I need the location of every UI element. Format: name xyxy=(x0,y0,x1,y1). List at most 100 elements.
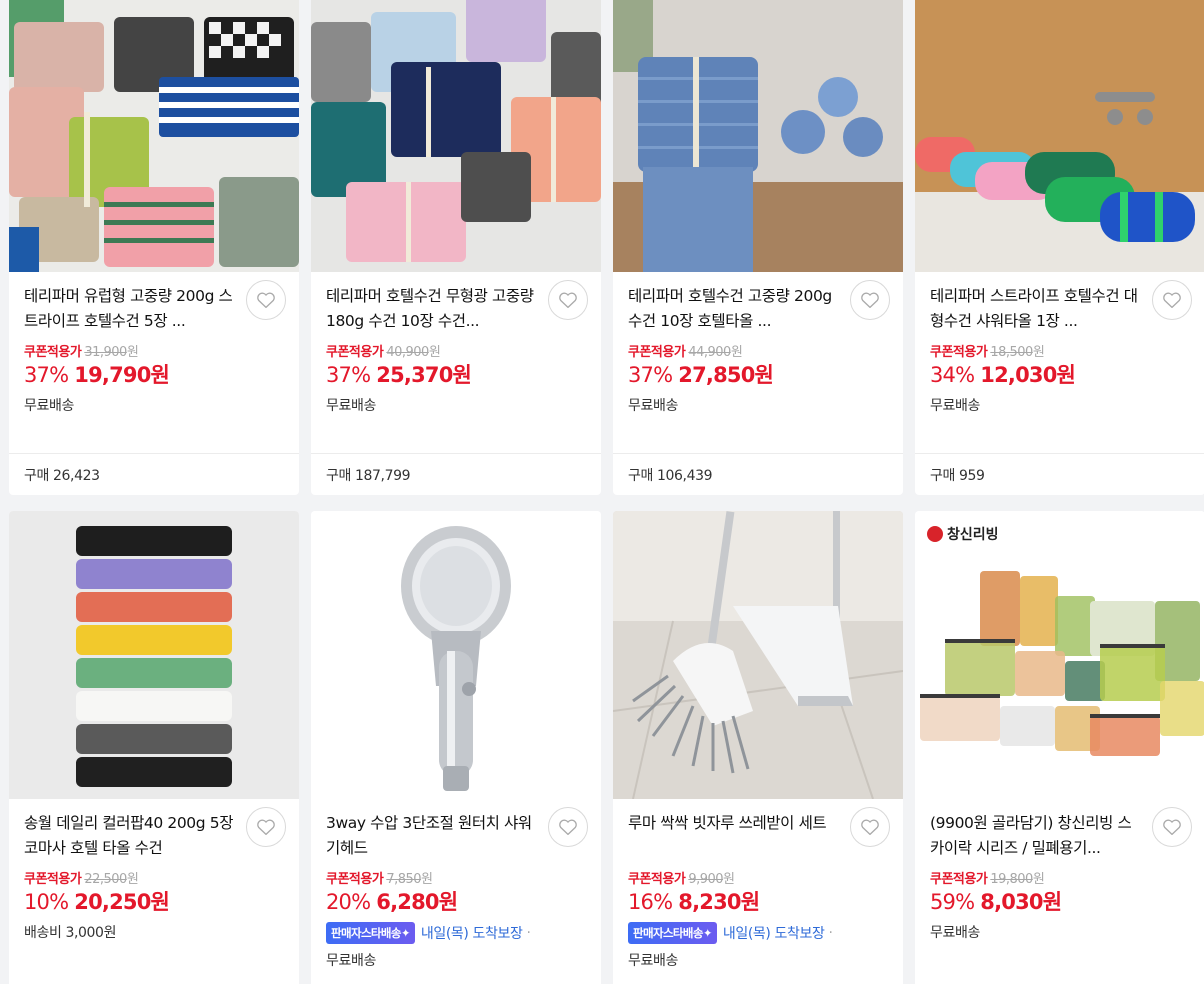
sale-price: 8,230원 xyxy=(678,890,760,914)
star-delivery-badge: 판매자스타배송✦ xyxy=(326,922,415,944)
price-origin-line: 쿠폰적용가 31,900원 xyxy=(24,341,285,360)
coupon-label: 쿠폰적용가 xyxy=(24,345,82,360)
heart-outline-icon xyxy=(1163,292,1181,309)
shipping-info: 무료배송 xyxy=(24,398,74,414)
brand-logo: 창신리빙 xyxy=(947,526,999,542)
shipping-info: 무료배송 xyxy=(930,925,980,941)
product-title[interactable]: 테리파머 호텔수건 무형광 고중량 180g 수건 10장 수건... xyxy=(326,284,536,334)
original-price: 19,800 xyxy=(990,872,1033,887)
sale-price: 19,790원 xyxy=(74,363,170,387)
wishlist-button[interactable] xyxy=(246,280,286,320)
product-image[interactable] xyxy=(613,511,903,799)
won-unit: 원 xyxy=(126,345,139,360)
original-price: 18,500 xyxy=(990,345,1033,360)
heart-outline-icon xyxy=(559,819,577,836)
discount-rate: 20% xyxy=(326,890,371,914)
discount-rate: 10% xyxy=(24,890,69,914)
product-image[interactable] xyxy=(311,0,601,272)
product-title[interactable]: 3way 수압 3단조절 원터치 샤워기헤드 xyxy=(326,811,536,861)
sale-price: 6,280원 xyxy=(376,890,458,914)
product-title[interactable]: 루마 싹싹 빗자루 쓰레받이 세트 xyxy=(628,811,838,861)
wishlist-button[interactable] xyxy=(246,807,286,847)
discount-rate: 37% xyxy=(326,363,371,387)
product-title[interactable]: 테리파머 호텔수건 고중량 200g 수건 10장 호텔타올 ... xyxy=(628,284,838,334)
coupon-label: 쿠폰적용가 xyxy=(930,345,988,360)
won-unit: 원 xyxy=(428,345,441,360)
product-image[interactable] xyxy=(9,0,299,272)
price-origin-line: 쿠폰적용가 22,500원 xyxy=(24,868,285,887)
coupon-label: 쿠폰적용가 xyxy=(628,345,686,360)
arrival-date: 내일(목) 도착보장 xyxy=(722,926,825,942)
delivery-guarantee: 판매자스타배송✦ 내일(목) 도착보장 · xyxy=(326,922,587,944)
product-card[interactable]: 테리파머 호텔수건 고중량 200g 수건 10장 호텔타올 ... 쿠폰적용가… xyxy=(613,0,903,495)
shipping-info: 무료배송 xyxy=(326,953,376,969)
sale-price: 25,370원 xyxy=(376,363,472,387)
original-price: 7,850 xyxy=(386,872,422,887)
separator-dot: · xyxy=(828,925,833,941)
sale-price: 27,850원 xyxy=(678,363,774,387)
product-image[interactable]: 창신리빙 xyxy=(915,511,1204,799)
wishlist-button[interactable] xyxy=(850,280,890,320)
wishlist-button[interactable] xyxy=(850,807,890,847)
product-card[interactable]: 테리파머 스트라이프 호텔수건 대형수건 샤워타올 1장 ... 쿠폰적용가 18… xyxy=(915,0,1204,495)
coupon-label: 쿠폰적용가 xyxy=(930,872,988,887)
price-line: 59% 8,030원 xyxy=(930,886,1191,916)
heart-outline-icon xyxy=(257,819,275,836)
sale-price: 20,250원 xyxy=(74,890,170,914)
product-image[interactable] xyxy=(311,511,601,799)
original-price: 40,900 xyxy=(386,345,429,360)
product-title[interactable]: 송월 데일리 컬러팝40 200g 5장 코마사 호텔 타올 수건 xyxy=(24,811,234,861)
sale-price: 8,030원 xyxy=(980,890,1062,914)
price-origin-line: 쿠폰적용가 9,900원 xyxy=(628,868,889,887)
product-card[interactable]: 루마 싹싹 빗자루 쓰레받이 세트 쿠폰적용가 9,900원 16% 8,230원… xyxy=(613,511,903,984)
shipping-info: 무료배송 xyxy=(628,398,678,414)
coupon-label: 쿠폰적용가 xyxy=(326,345,384,360)
shipping-info: 무료배송 xyxy=(930,398,980,414)
star-delivery-badge: 판매자스타배송✦ xyxy=(628,922,717,944)
heart-outline-icon xyxy=(559,292,577,309)
wishlist-button[interactable] xyxy=(1152,280,1192,320)
sale-price: 12,030원 xyxy=(980,363,1076,387)
price-line: 10% 20,250원 xyxy=(24,886,285,916)
heart-outline-icon xyxy=(861,819,879,836)
coupon-label: 쿠폰적용가 xyxy=(326,872,384,887)
product-image[interactable] xyxy=(915,0,1204,272)
price-line: 16% 8,230원 xyxy=(628,886,889,916)
discount-rate: 59% xyxy=(930,890,975,914)
original-price: 22,500 xyxy=(84,872,127,887)
shipping-info: 배송비 3,000원 xyxy=(24,925,117,941)
heart-outline-icon xyxy=(861,292,879,309)
original-price: 44,900 xyxy=(688,345,731,360)
product-card[interactable]: 테리파머 유럽형 고중량 200g 스트라이프 호텔수건 5장 ... 쿠폰적용… xyxy=(9,0,299,495)
heart-outline-icon xyxy=(257,292,275,309)
arrival-date: 내일(목) 도착보장 xyxy=(420,926,523,942)
discount-rate: 37% xyxy=(24,363,69,387)
purchase-count: 구매 187,799 xyxy=(311,453,601,495)
wishlist-button[interactable] xyxy=(1152,807,1192,847)
product-image[interactable] xyxy=(9,511,299,799)
purchase-count: 구매 106,439 xyxy=(613,453,903,495)
product-title[interactable]: 테리파머 스트라이프 호텔수건 대형수건 샤워타올 1장 ... xyxy=(930,284,1140,334)
product-title[interactable]: 테리파머 유럽형 고중량 200g 스트라이프 호텔수건 5장 ... xyxy=(24,284,234,334)
shipping-info: 무료배송 xyxy=(326,398,376,414)
product-grid: 테리파머 유럽형 고중량 200g 스트라이프 호텔수건 5장 ... 쿠폰적용… xyxy=(0,0,1204,984)
product-card[interactable]: 테리파머 호텔수건 무형광 고중량 180g 수건 10장 수건... 쿠폰적용… xyxy=(311,0,601,495)
price-origin-line: 쿠폰적용가 44,900원 xyxy=(628,341,889,360)
purchase-count: 구매 26,423 xyxy=(9,453,299,495)
wishlist-button[interactable] xyxy=(548,280,588,320)
price-origin-line: 쿠폰적용가 40,900원 xyxy=(326,341,587,360)
product-card[interactable]: 창신리빙 (9900원 골라담기) 창신리빙 스카이락 시리즈 / 밀폐용기..… xyxy=(915,511,1204,984)
coupon-label: 쿠폰적용가 xyxy=(24,872,82,887)
product-title[interactable]: (9900원 골라담기) 창신리빙 스카이락 시리즈 / 밀폐용기... xyxy=(930,811,1140,861)
price-line: 37% 25,370원 xyxy=(326,359,587,389)
wishlist-button[interactable] xyxy=(548,807,588,847)
won-unit: 원 xyxy=(1032,345,1045,360)
product-card[interactable]: 송월 데일리 컬러팝40 200g 5장 코마사 호텔 타올 수건 쿠폰적용가 2… xyxy=(9,511,299,984)
discount-rate: 34% xyxy=(930,363,975,387)
price-line: 37% 19,790원 xyxy=(24,359,285,389)
original-price: 31,900 xyxy=(84,345,127,360)
won-unit: 원 xyxy=(126,872,139,887)
product-image[interactable] xyxy=(613,0,903,272)
price-origin-line: 쿠폰적용가 19,800원 xyxy=(930,868,1191,887)
product-card[interactable]: 3way 수압 3단조절 원터치 샤워기헤드 쿠폰적용가 7,850원 20% 6… xyxy=(311,511,601,984)
